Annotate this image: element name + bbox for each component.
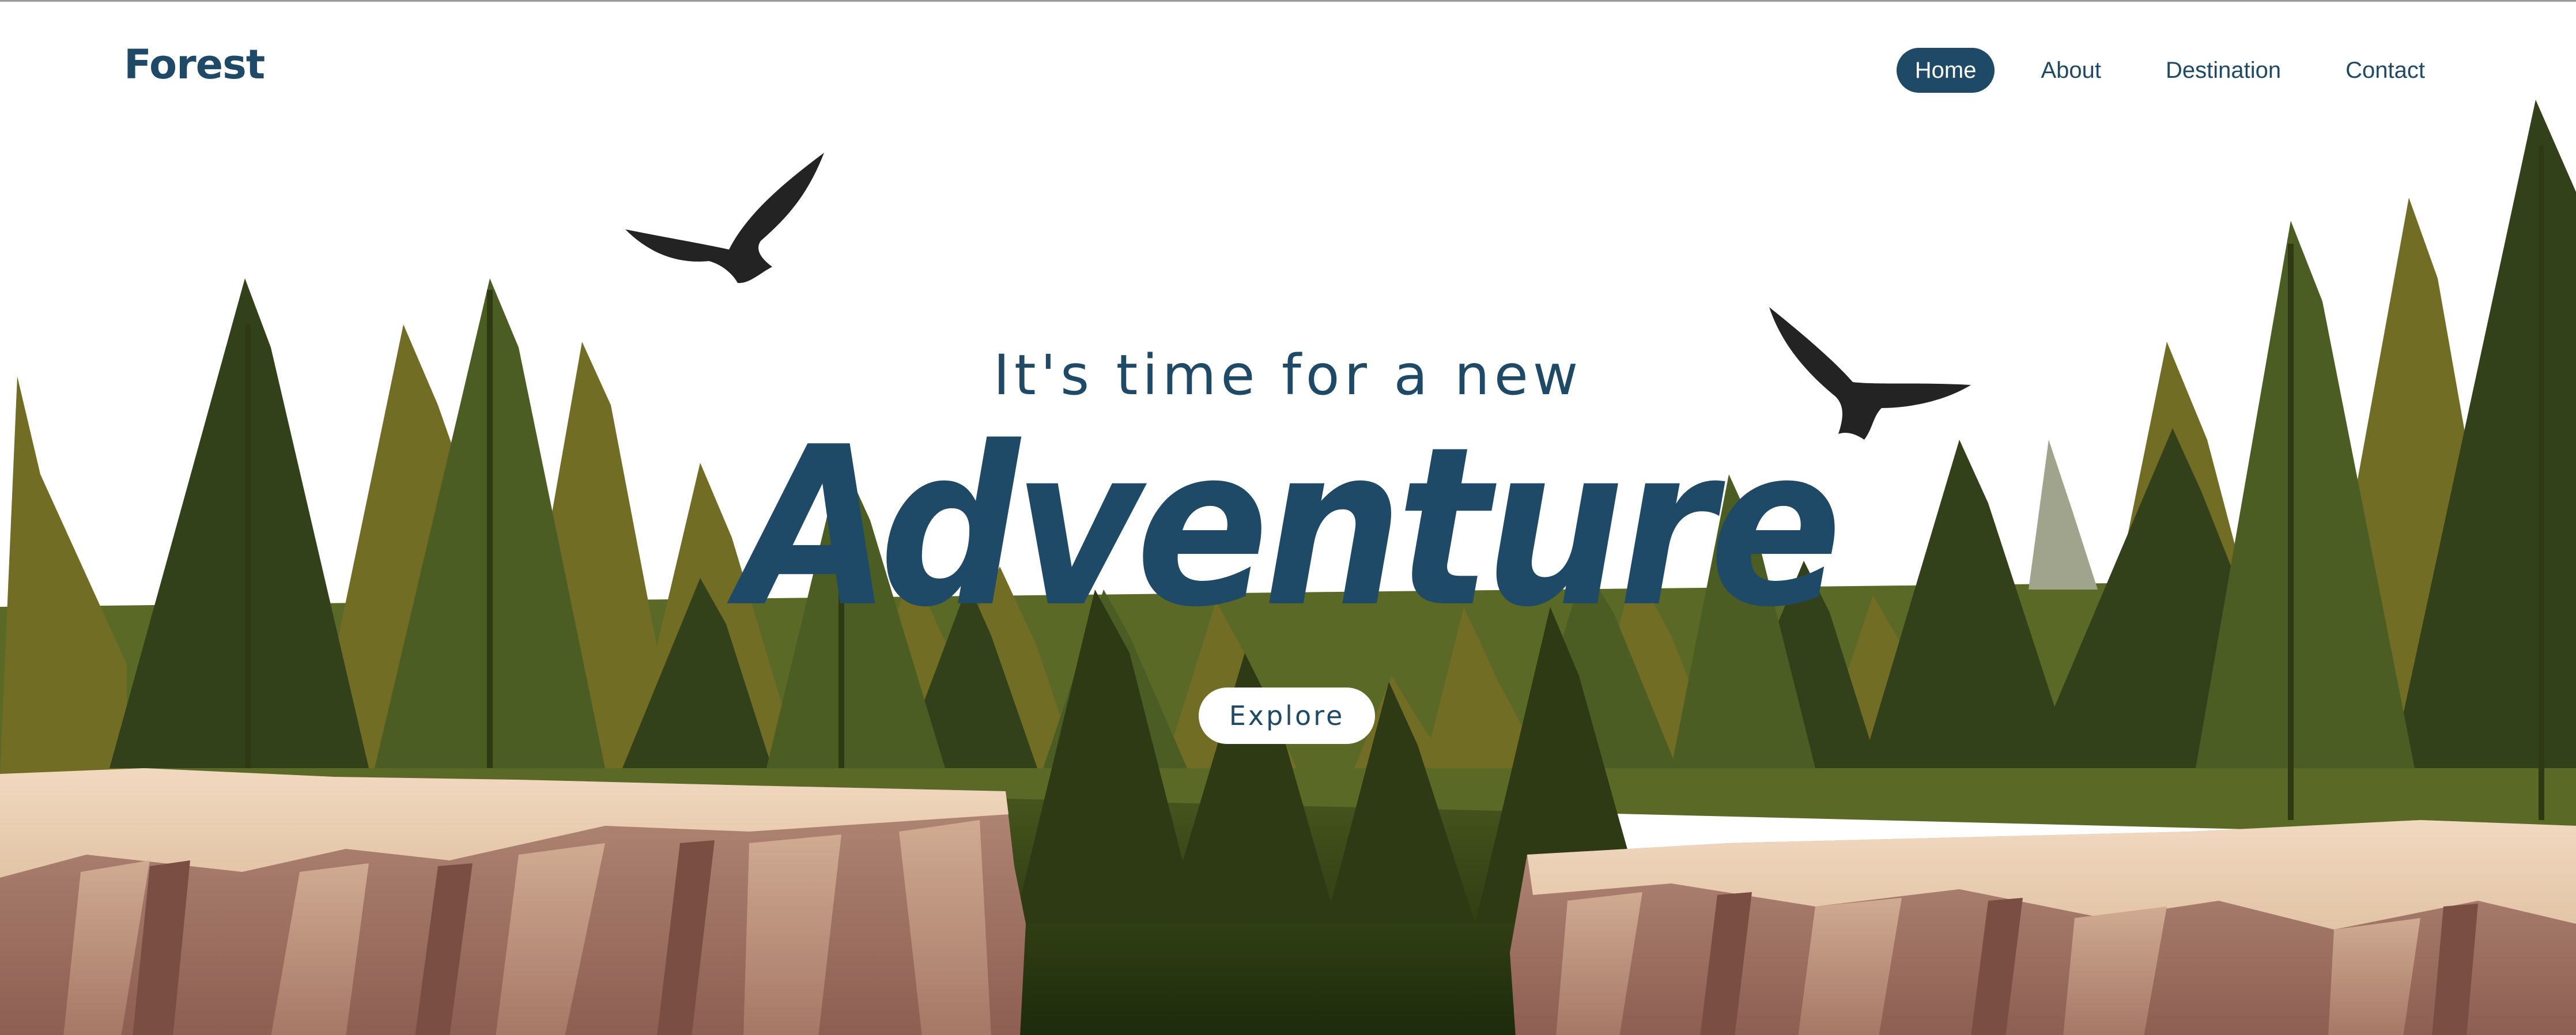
nav-item-home[interactable]: Home xyxy=(1896,48,1995,93)
hero-subtitle: It's time for a new xyxy=(993,343,1583,407)
brand-logo[interactable]: Forest xyxy=(124,41,265,88)
eagle-icon xyxy=(625,153,824,284)
nav-item-about[interactable]: About xyxy=(2022,48,2120,93)
landing-page: Forest Home About Destination Contact It… xyxy=(0,0,2576,1035)
nav-item-contact[interactable]: Contact xyxy=(2327,48,2443,93)
top-navbar: Forest Home About Destination Contact xyxy=(0,2,2576,140)
explore-button[interactable]: Explore xyxy=(1199,688,1375,744)
nav-item-destination[interactable]: Destination xyxy=(2147,48,2299,93)
main-nav: Home About Destination Contact xyxy=(1880,48,2443,93)
hero-title: Adventure xyxy=(739,400,1842,656)
